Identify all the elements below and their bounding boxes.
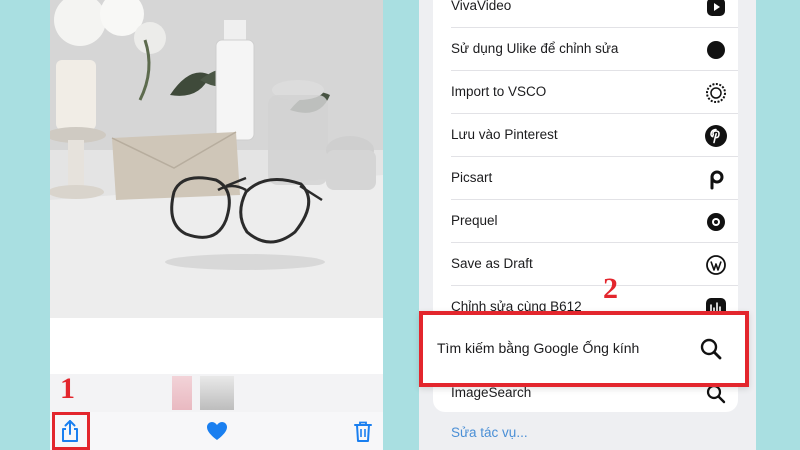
action-row-vsco[interactable]: Import to VSCO — [433, 71, 738, 114]
prequel-icon — [704, 210, 728, 234]
photo-viewer[interactable] — [50, 0, 383, 318]
action-row-picsart[interactable]: Picsart — [433, 157, 738, 200]
action-row-prequel[interactable]: Prequel — [433, 200, 738, 243]
step-number-1: 1 — [60, 372, 75, 405]
trash-icon[interactable] — [350, 418, 376, 444]
search-icon — [697, 335, 725, 363]
edit-actions-link[interactable]: Sửa tác vụ... — [451, 425, 528, 440]
ulike-icon — [704, 38, 728, 62]
action-label: Picsart — [451, 170, 493, 185]
thumbnail-selected[interactable] — [200, 376, 234, 410]
action-row-google-lens[interactable]: Tìm kiếm bằng Google Ống kính — [419, 311, 749, 387]
action-row-vivavideo[interactable]: VivaVideo — [433, 0, 738, 28]
thumbnail-strip[interactable] — [50, 374, 383, 412]
step-number-2: 2 — [603, 272, 618, 305]
vsco-icon — [704, 81, 728, 105]
action-label: Sử dụng Ulike để chỉnh sửa — [451, 41, 619, 56]
vivavideo-icon — [704, 0, 728, 19]
action-label: VivaVideo — [451, 0, 512, 13]
thumbnail[interactable] — [172, 376, 192, 410]
action-label: ImageSearch — [451, 385, 532, 400]
photo-image — [50, 0, 383, 318]
action-label: Save as Draft — [451, 256, 533, 271]
action-row-pinterest[interactable]: Lưu vào Pinterest — [433, 114, 738, 157]
action-label: Lưu vào Pinterest — [451, 127, 558, 142]
pinterest-icon — [704, 124, 728, 148]
action-label: Tìm kiếm bằng Google Ống kính — [437, 340, 640, 356]
share-button-highlight — [52, 412, 90, 450]
wordpress-icon — [704, 253, 728, 277]
picsart-icon — [704, 167, 728, 191]
photos-app-screen — [50, 0, 383, 450]
action-label: Prequel — [451, 213, 498, 228]
photos-toolbar — [50, 412, 383, 450]
heart-icon[interactable] — [204, 418, 230, 444]
action-label: Import to VSCO — [451, 84, 547, 99]
action-row-save-draft[interactable]: Save as Draft — [433, 243, 738, 286]
action-row-ulike[interactable]: Sử dụng Ulike để chỉnh sửa — [433, 28, 738, 71]
